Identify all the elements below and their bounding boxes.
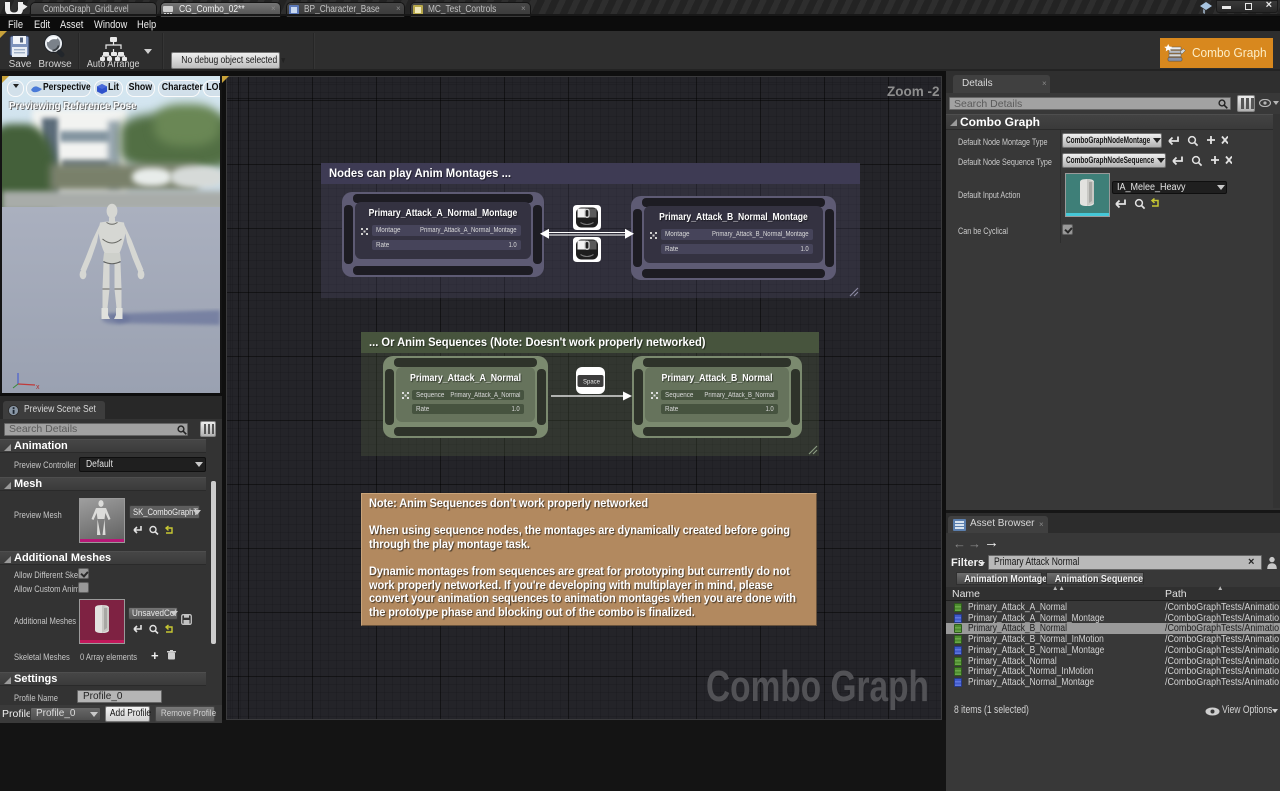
svg-text:Space: Space [583,380,601,386]
svg-text:x: x [36,384,40,391]
